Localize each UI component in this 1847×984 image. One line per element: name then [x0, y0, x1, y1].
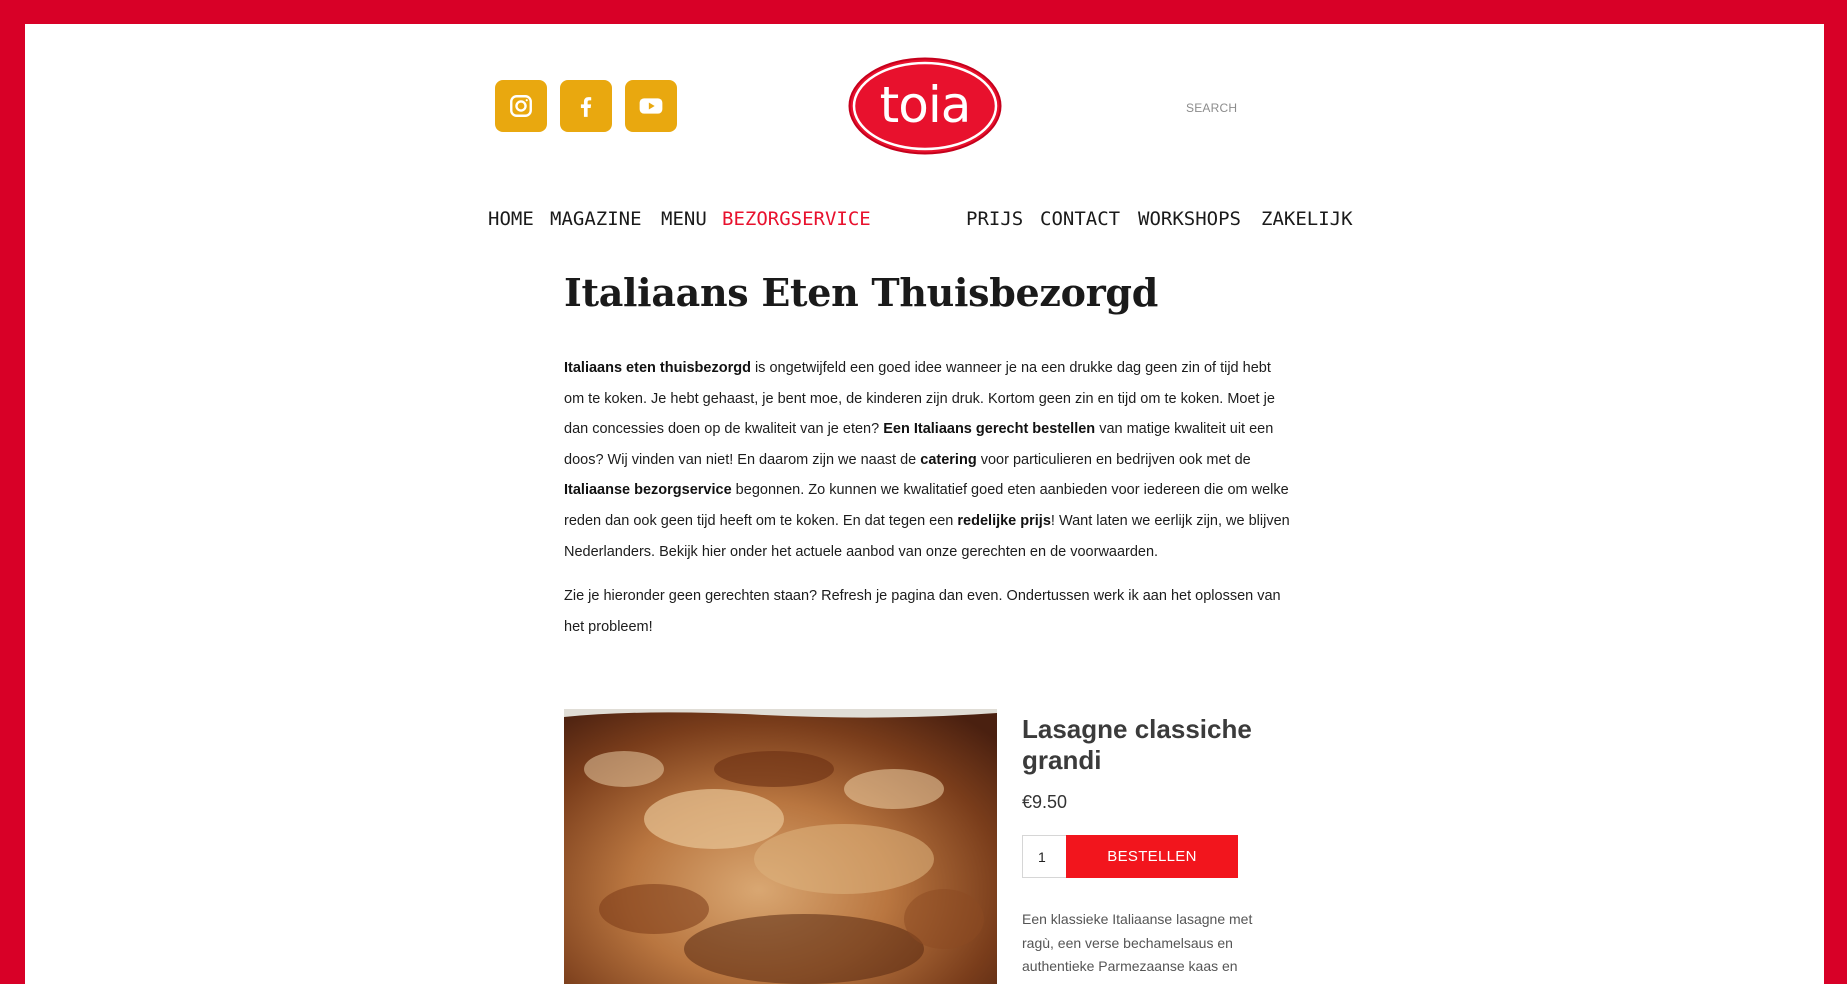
- intro-bold-text: Italiaanse bezorgservice: [564, 482, 732, 499]
- page-title: Italiaans Eten Thuisbezorgd: [564, 270, 1158, 315]
- instagram-button[interactable]: [495, 80, 547, 132]
- product-price: €9.50: [1022, 792, 1068, 812]
- main-nav: HOME MAGAZINE MENU BEZORGSERVICE PRIJS C…: [25, 208, 1824, 234]
- quantity-input[interactable]: [1022, 835, 1066, 878]
- intro-text: voor particulieren en bedrijven ook met …: [976, 451, 1251, 468]
- page-frame: toia HOME MAGAZINE MENU BEZORGSERVICE PR…: [25, 24, 1824, 984]
- nav-item-zakelijk[interactable]: ZAKELIJK: [1261, 208, 1353, 230]
- intro-bold-text: redelijke prijs: [957, 512, 1051, 529]
- nav-item-bezorgservice[interactable]: BEZORGSERVICE: [722, 208, 871, 230]
- toia-logo[interactable]: toia: [847, 56, 1003, 156]
- lasagne-photo: [564, 709, 997, 984]
- nav-item-magazine[interactable]: MAGAZINE: [550, 208, 642, 230]
- facebook-button[interactable]: [560, 80, 612, 132]
- nav-item-home[interactable]: HOME: [488, 208, 534, 230]
- facebook-icon: [580, 97, 592, 117]
- order-button[interactable]: BESTELLEN: [1066, 835, 1238, 878]
- search-input[interactable]: [1184, 96, 1348, 120]
- intro-bold-text: Italiaans eten thuisbezorgd: [564, 360, 751, 376]
- refresh-note: Zie je hieronder geen gerechten staan? R…: [564, 588, 1281, 635]
- nav-item-workshops[interactable]: WORKSHOPS: [1138, 208, 1241, 230]
- intro-paragraph: Italiaans eten thuisbezorgd is ongetwijf…: [564, 353, 1294, 567]
- main-content: Italiaans Eten Thuisbezorgd Italiaans et…: [564, 268, 1304, 642]
- nav-item-prijs[interactable]: PRIJS: [966, 208, 1023, 230]
- youtube-icon: [639, 98, 663, 114]
- intro-bold-text: catering: [920, 451, 977, 468]
- youtube-button[interactable]: [625, 80, 677, 132]
- logo-text: toia: [880, 76, 971, 134]
- nav-item-menu[interactable]: MENU: [661, 208, 707, 230]
- instagram-icon: [510, 95, 532, 117]
- intro-bold-text: Een Italiaans gerecht bestellen: [883, 421, 1096, 438]
- product-image[interactable]: [564, 709, 997, 984]
- nav-item-contact[interactable]: CONTACT: [1040, 208, 1120, 230]
- product-info: Lasagne classiche grandi €9.50 BESTELLEN…: [1022, 714, 1312, 979]
- product-description: Een klassieke Italiaanse lasagne met rag…: [1022, 911, 1253, 974]
- social-links: [495, 80, 677, 132]
- product-title[interactable]: Lasagne classiche grandi: [1022, 714, 1312, 776]
- order-form: BESTELLEN: [1022, 835, 1312, 878]
